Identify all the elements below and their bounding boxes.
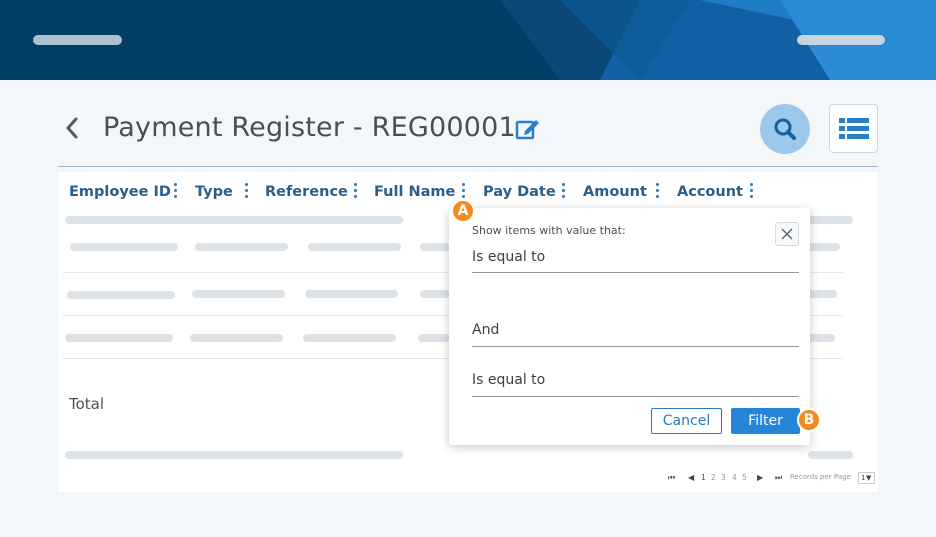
banner-placeholder-right (797, 35, 885, 45)
skeleton-cell (195, 243, 288, 251)
column-header-full-name[interactable]: Full Name (374, 184, 455, 200)
column-header-pay-date[interactable]: Pay Date (483, 184, 556, 200)
page-number[interactable]: 2 (711, 473, 716, 482)
column-menu-icon[interactable] (354, 183, 358, 199)
annotation-marker-a: A (451, 199, 475, 223)
list-icon (838, 117, 869, 139)
skeleton-bar (808, 451, 853, 459)
skeleton-cell (420, 243, 450, 251)
skeleton-cell (190, 334, 283, 342)
list-view-button[interactable] (829, 104, 878, 153)
total-label: Total (69, 395, 105, 413)
column-header-account[interactable]: Account (677, 184, 743, 200)
filter-instruction: Show items with value that: (472, 224, 626, 237)
logic-select[interactable]: And (472, 322, 499, 338)
page-number-current[interactable]: 1 (701, 473, 706, 482)
skeleton-cell (305, 290, 398, 298)
skeleton-cell (192, 290, 285, 298)
skeleton-cell (420, 290, 450, 298)
skeleton-bar (808, 216, 853, 224)
records-per-page-select[interactable]: 1 ▼ (858, 472, 875, 484)
prev-page-icon[interactable]: ◀ (688, 473, 694, 482)
skeleton-cell (308, 243, 401, 251)
last-page-icon[interactable]: ⏭ (775, 473, 782, 483)
banner-decoration (500, 0, 936, 80)
page-number[interactable]: 5 (742, 473, 747, 482)
column-menu-icon[interactable] (462, 183, 466, 199)
operator-select-2[interactable]: Is equal to (472, 372, 545, 388)
skeleton-cell (418, 334, 450, 342)
column-menu-icon[interactable] (656, 183, 660, 199)
chevron-down-icon: ▼ (866, 474, 872, 482)
top-banner (0, 0, 936, 80)
skeleton-cell (808, 243, 840, 251)
search-button[interactable] (760, 104, 810, 154)
column-menu-icon[interactable] (245, 183, 249, 199)
column-header-employee-id[interactable]: Employee ID (69, 184, 171, 200)
filter-button[interactable]: Filter (731, 408, 800, 434)
back-arrow-icon[interactable] (63, 116, 81, 140)
close-icon (781, 228, 793, 240)
skeleton-bar (65, 451, 403, 459)
header-divider (58, 166, 878, 167)
column-header-amount[interactable]: Amount (583, 184, 647, 200)
operator-select-1[interactable]: Is equal to (472, 249, 545, 265)
column-menu-icon[interactable] (174, 183, 178, 199)
page-title: Payment Register - REG00001 (103, 112, 516, 143)
field-underline (472, 346, 799, 347)
field-underline (472, 272, 799, 273)
skeleton-cell (808, 290, 837, 298)
banner-placeholder-left (33, 35, 122, 45)
skeleton-cell (70, 243, 178, 251)
column-menu-icon[interactable] (750, 183, 754, 199)
page-number[interactable]: 4 (732, 473, 737, 482)
search-icon (774, 118, 796, 140)
skeleton-cell (65, 334, 173, 342)
column-header-type[interactable]: Type (195, 184, 233, 200)
page-number[interactable]: 3 (721, 473, 726, 482)
skeleton-cell (303, 334, 396, 342)
field-underline (472, 396, 799, 397)
close-button[interactable] (775, 222, 799, 246)
next-page-icon[interactable]: ▶ (757, 473, 763, 482)
column-menu-icon[interactable] (562, 183, 566, 199)
first-page-icon[interactable]: ⏮ (668, 473, 675, 483)
records-per-page-label: Records per Page (790, 473, 851, 481)
edit-icon[interactable] (515, 117, 541, 141)
skeleton-cell (808, 334, 835, 342)
skeleton-bar (65, 216, 403, 224)
records-per-page-value: 1 (861, 474, 866, 482)
skeleton-cell (67, 291, 175, 299)
cancel-button[interactable]: Cancel (651, 408, 722, 434)
annotation-marker-b: B (797, 408, 821, 432)
column-header-reference[interactable]: Reference (265, 184, 348, 200)
